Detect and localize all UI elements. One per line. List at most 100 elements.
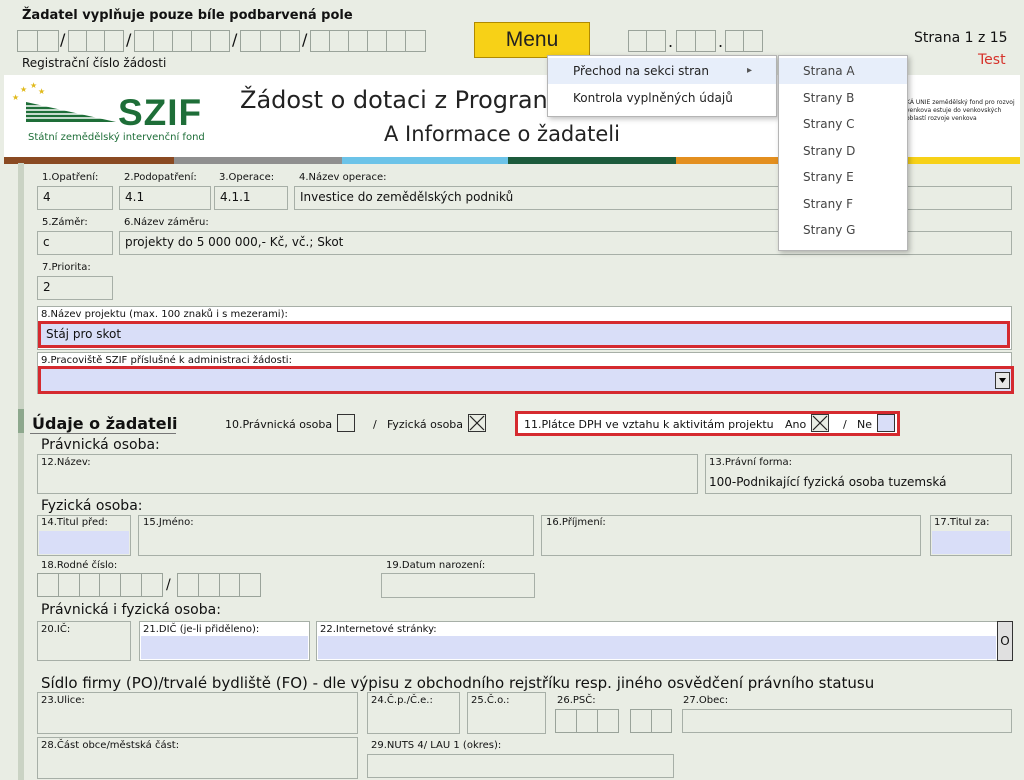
f11-ne-label: Ne: [857, 418, 872, 431]
reg-field-5[interactable]: [310, 30, 426, 52]
szif-logo-icon: ★ ★★★: [12, 82, 116, 122]
section-title: Údaje o žadateli: [32, 414, 178, 433]
reg-field-3[interactable]: [134, 30, 230, 52]
reg-separator: /: [232, 30, 238, 49]
f4-label: 4.Název operace:: [299, 172, 387, 183]
ulice-field: [37, 692, 358, 734]
f3-label: 3.Operace:: [219, 172, 275, 183]
reg-field-4[interactable]: [240, 30, 300, 52]
submenu-item-strany-d[interactable]: Strany D: [779, 138, 907, 164]
submenu-item-strany-e[interactable]: Strany E: [779, 164, 907, 190]
submenu-dropdown: Strana A Strany B Strany C Strany D Stra…: [778, 55, 908, 251]
f12-label: 12.Název:: [41, 457, 91, 468]
page-subtitle: A Informace o žadateli: [384, 122, 620, 146]
reg-field-1[interactable]: [17, 30, 59, 52]
color-strip-segment: [4, 157, 174, 164]
rodne-cislo-part1[interactable]: [37, 573, 163, 597]
nazev-field: [37, 454, 698, 494]
submenu-item-strana-a[interactable]: Strana A: [779, 58, 907, 84]
f24-label: 24.Č.p./Č.e.:: [371, 695, 433, 706]
left-sidebar: [18, 163, 24, 780]
menu-dropdown: Přechod na sekci stran ▸ Kontrola vyplně…: [547, 55, 777, 117]
menu-button[interactable]: Menu: [474, 22, 590, 58]
fyzicka-osoba-checkbox[interactable]: [468, 414, 486, 432]
dic-input[interactable]: [141, 636, 308, 659]
f1-label: 1.Opatření:: [42, 172, 99, 183]
f14-label: 14.Titul před:: [41, 517, 108, 528]
pravnicka-osoba-checkbox[interactable]: [337, 414, 355, 432]
web-input[interactable]: [318, 636, 996, 659]
date-separator: .: [668, 32, 674, 51]
f2-label: 2.Podopatření:: [124, 172, 197, 183]
submenu-item-strany-b[interactable]: Strany B: [779, 85, 907, 111]
eu-funding-text: KÁ UNIE zemědělský fond pro rozvoj venko…: [906, 99, 1015, 122]
psc-part2[interactable]: [630, 709, 672, 733]
project-name-input[interactable]: Stáj pro skot: [38, 321, 1010, 348]
reg-separator: /: [126, 30, 132, 49]
checked-x-icon: [812, 415, 828, 431]
jmeno-field: [138, 515, 534, 556]
f8-label: 8.Název projektu (max. 100 znaků i s mez…: [41, 309, 288, 320]
opatreni-field: 4: [37, 186, 113, 210]
rodne-cislo-part2[interactable]: [177, 573, 261, 597]
titul-pred-input[interactable]: [39, 531, 129, 554]
office-select[interactable]: [38, 366, 1014, 394]
menu-item-check[interactable]: Kontrola vyplněných údajů: [548, 85, 776, 111]
address-title: Sídlo firmy (PO)/trvalé bydliště (FO) - …: [41, 674, 875, 692]
registration-label: Registrační číslo žádosti: [22, 56, 167, 70]
f16-label: 16.Příjmení:: [546, 517, 606, 528]
f26-label: 26.PSČ:: [557, 695, 596, 706]
color-strip-segment: [342, 157, 508, 164]
color-strip-segment: [508, 157, 676, 164]
natural-person-title: Fyzická osoba:: [41, 498, 143, 514]
datum-narozeni-field[interactable]: [381, 573, 535, 598]
date-field-day[interactable]: [628, 30, 666, 52]
date-field-year[interactable]: [725, 30, 763, 52]
reg-separator: /: [60, 30, 66, 49]
chevron-right-icon: ▸: [746, 65, 752, 76]
logo-text: SZIF: [118, 92, 203, 133]
color-strip-segment: [174, 157, 342, 164]
menu-item-section-nav[interactable]: Přechod na sekci stran ▸: [548, 58, 776, 84]
obec-field[interactable]: [682, 709, 1012, 733]
both-persons-title: Právnická i fyzická osoba:: [41, 602, 221, 618]
submenu-item-strany-f[interactable]: Strany F: [779, 191, 907, 217]
f9-label: 9.Pracoviště SZIF příslušné k administra…: [41, 355, 292, 366]
section-underline: [30, 433, 176, 434]
f11-label: 11.Plátce DPH ve vztahu k aktivitám proj…: [524, 418, 774, 431]
reg-field-2[interactable]: [68, 30, 124, 52]
psc-part1[interactable]: [555, 709, 619, 733]
f6-label: 6.Název záměru:: [124, 217, 209, 228]
office-select-dropdown-button[interactable]: [995, 372, 1010, 389]
date-separator: .: [718, 32, 724, 51]
f29-label: 29.NUTS 4/ LAU 1 (okres):: [371, 740, 502, 751]
vat-no-checkbox[interactable]: [877, 414, 895, 432]
f22-label: 22.Internetové stránky:: [320, 624, 437, 635]
f28-label: 28.Část obce/městská část:: [41, 740, 180, 751]
checked-x-icon: [469, 415, 485, 431]
header-note: Žadatel vyplňuje pouze bíle podbarvená p…: [22, 8, 353, 23]
f18-label: 18.Rodné číslo:: [41, 560, 118, 571]
f13-value: 100-Podnikající fyzická osoba tuzemská: [709, 475, 947, 489]
titul-za-input[interactable]: [932, 531, 1010, 554]
f11-separator: /: [843, 418, 847, 431]
priorita-field: 2: [37, 276, 113, 300]
f21-label: 21.DIČ (je-li přiděleno):: [143, 624, 260, 635]
page-title: Žádost o dotaci z Progran: [240, 86, 548, 114]
page-indicator: Strana 1 z 15: [914, 30, 1008, 46]
f11-ano-label: Ano: [785, 418, 807, 431]
nuts-field[interactable]: [367, 754, 674, 778]
menu-item-label: Přechod na sekci stran: [573, 64, 710, 78]
podopatreni-field: 4.1: [119, 186, 211, 210]
submenu-item-strany-c[interactable]: Strany C: [779, 111, 907, 137]
svg-text:★: ★: [20, 85, 27, 94]
open-web-button[interactable]: O: [997, 621, 1013, 661]
submenu-item-strany-g[interactable]: Strany G: [779, 217, 907, 243]
svg-text:★: ★: [30, 82, 37, 90]
rodne-cislo-separator: /: [166, 577, 171, 593]
f17-label: 17.Titul za:: [934, 517, 990, 528]
date-field-month[interactable]: [676, 30, 716, 52]
zamer-field: c: [37, 231, 113, 255]
reg-separator: /: [302, 30, 308, 49]
vat-yes-checkbox[interactable]: [811, 414, 829, 432]
